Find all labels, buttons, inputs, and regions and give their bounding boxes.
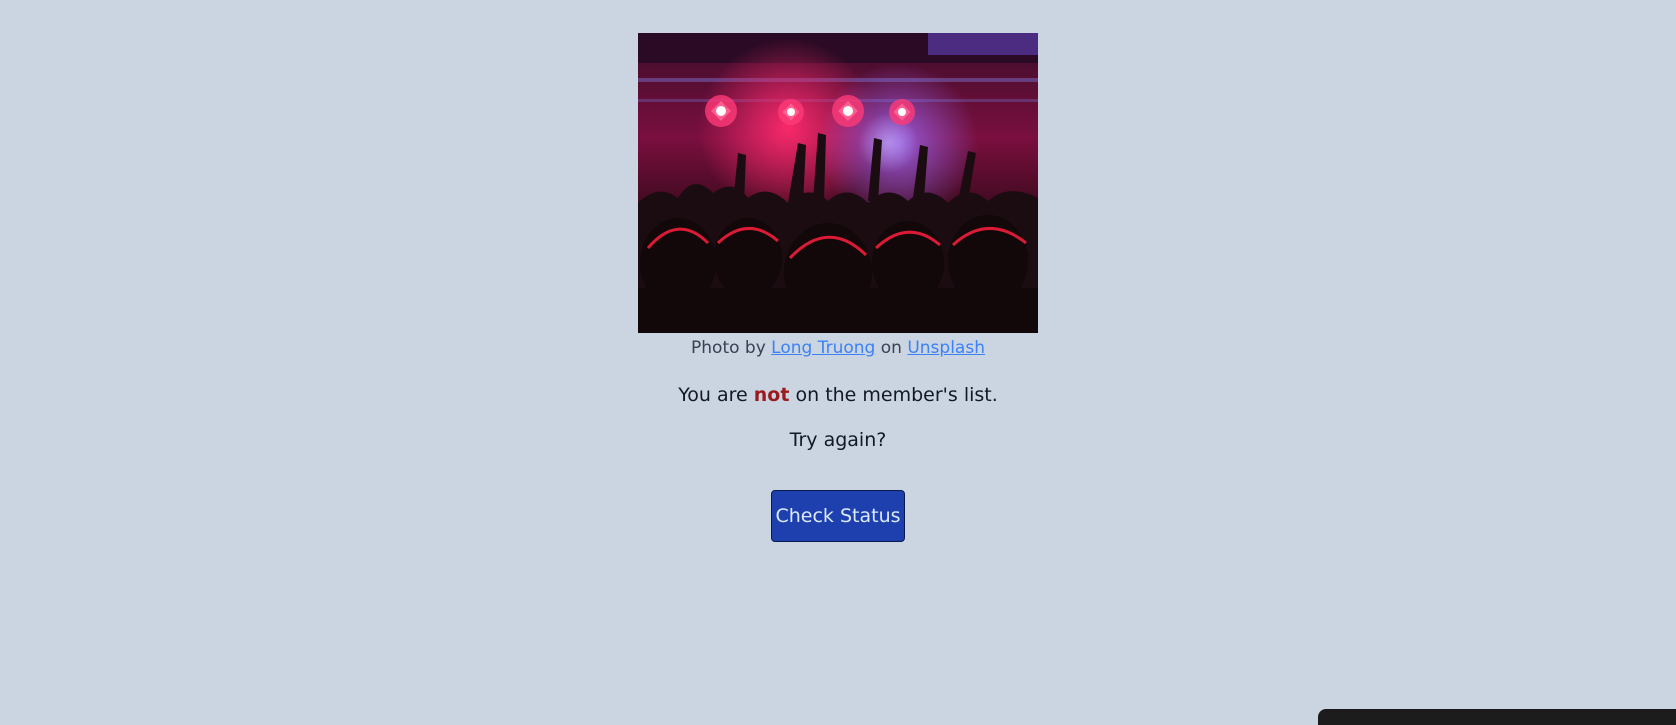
credit-prefix: Photo by	[691, 338, 766, 358]
page: Photo by Long Truong on Unsplash You are…	[0, 0, 1676, 725]
check-status-button[interactable]: Check Status	[771, 490, 905, 542]
photo-credit: Photo by Long Truong on Unsplash	[691, 336, 985, 360]
message-after: on the member's list.	[795, 384, 998, 406]
main-content: Photo by Long Truong on Unsplash You are…	[0, 33, 1676, 542]
credit-middle: on	[880, 338, 902, 358]
message-emphasis: not	[753, 384, 790, 406]
status-message: You are not on the member's list.	[678, 382, 998, 408]
message-before: You are	[678, 384, 748, 406]
photographer-link[interactable]: Long Truong	[771, 338, 875, 358]
corner-panel	[1318, 709, 1676, 725]
retry-prompt: Try again?	[789, 429, 887, 451]
concert-photo	[638, 33, 1038, 333]
unsplash-link[interactable]: Unsplash	[907, 338, 985, 358]
